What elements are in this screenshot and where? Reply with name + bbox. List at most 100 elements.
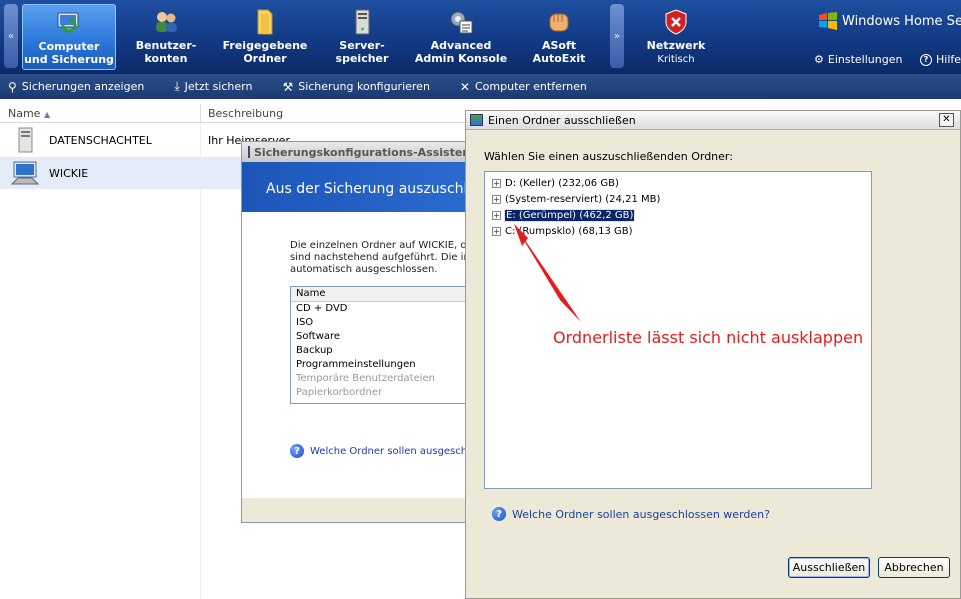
tab-label-line2: und Sicherung: [24, 53, 114, 66]
view-backups-button[interactable]: ⚲ Sicherungen anzeigen: [8, 80, 144, 94]
wizard-title-bar[interactable]: Sicherungskonfigurations-Assistent: [242, 142, 475, 162]
column-header-description[interactable]: Beschreibung: [208, 107, 283, 120]
tab-benutzerkonten[interactable]: Benutzer- konten: [124, 4, 208, 70]
dialog-title: Einen Ordner ausschließen: [488, 113, 636, 127]
gear-icon: ⚙: [814, 53, 824, 66]
backup-now-button[interactable]: ⤓ Jetzt sichern: [174, 79, 252, 94]
tree-node-label[interactable]: C: (Rumpsklo) (68,13 GB): [505, 226, 633, 237]
tab-freigegebene-ordner[interactable]: Freigegebene Ordner: [218, 4, 312, 70]
tab-label-line2: Ordner: [243, 52, 287, 65]
tab-label-line1: Benutzer-: [135, 39, 197, 52]
settings-link[interactable]: ⚙ Einstellungen: [814, 53, 902, 66]
tab-label-line2: AutoExit: [532, 52, 586, 65]
users-icon: [156, 12, 177, 32]
scroll-left-button[interactable]: «: [4, 4, 18, 68]
dialog-help-link[interactable]: ? Welche Ordner sollen ausgeschlossen we…: [492, 507, 770, 521]
dialog-prompt: Wählen Sie einen auszuschließenden Ordne…: [484, 150, 733, 163]
tab-label-line1: Advanced: [430, 39, 492, 52]
excluded-folders-list[interactable]: Name CD + DVD ISO Software Backup Progra…: [290, 286, 475, 404]
help-link-text: Welche Ordner sollen ausgeschlossen werd…: [512, 507, 770, 521]
folder-icon: [257, 9, 273, 35]
tab-computer-und-sicherung[interactable]: Computer und Sicherung: [22, 4, 116, 70]
wizard-title: Sicherungskonfigurations-Assistent: [254, 145, 476, 159]
help-icon: ?: [492, 507, 506, 521]
tab-label-line1: ASoft: [541, 39, 577, 52]
toolbar-label: Jetzt sichern: [184, 80, 253, 93]
list-item[interactable]: ISO: [291, 316, 475, 330]
close-icon: ✕: [942, 114, 951, 125]
tab-label-line2: speicher: [335, 52, 389, 65]
list-column-header[interactable]: Name: [291, 287, 475, 302]
tree-node-label[interactable]: E: (Gerümpel) (462,2 GB): [503, 209, 636, 222]
wizard-app-icon: [248, 146, 250, 158]
list-item[interactable]: Software: [291, 330, 475, 344]
tab-serverspeicher[interactable]: Server- speicher: [326, 4, 398, 70]
expand-icon[interactable]: +: [492, 211, 501, 220]
tree-node[interactable]: + C: (Rumpsklo) (68,13 GB): [492, 226, 633, 237]
column-header-name[interactable]: Name ▲: [8, 107, 50, 120]
help-link[interactable]: ? Hilfe: [920, 53, 961, 66]
help-icon: ?: [920, 53, 932, 66]
list-item[interactable]: CD + DVD: [291, 302, 475, 316]
dialog-title-bar[interactable]: Einen Ordner ausschließen: [466, 111, 960, 130]
tab-label-line2: Admin Konsole: [414, 52, 508, 65]
help-icon: ?: [290, 444, 304, 458]
list-item[interactable]: Backup: [291, 344, 475, 358]
tab-label-line2: konten: [144, 52, 188, 65]
configure-backup-icon: ⚒: [282, 79, 294, 94]
remove-icon: ✕: [459, 79, 470, 94]
computer-backup-icon: [57, 12, 79, 33]
tab-label-line1: Netzwerk: [646, 39, 706, 52]
network-status: Kritisch: [657, 54, 695, 65]
top-navigation-bar: « Computer und Sicherung Benutzer- konte…: [0, 0, 961, 74]
wizard-banner: Aus der Sicherung auszuschlie: [242, 162, 475, 212]
tab-label-line1: Server-: [339, 39, 385, 52]
tree-node-label[interactable]: (System-reserviert) (24,21 MB): [505, 194, 660, 205]
server-storage-icon: [355, 9, 370, 35]
close-button[interactable]: ✕: [939, 113, 954, 127]
exclude-button[interactable]: Ausschließen: [788, 557, 870, 578]
column-divider[interactable]: [200, 104, 201, 123]
help-link-text: Welche Ordner sollen ausgeschl: [310, 445, 470, 457]
scroll-right-button[interactable]: »: [610, 4, 624, 68]
toolbar-label: Sicherung konfigurieren: [298, 80, 430, 93]
remove-computer-button[interactable]: ✕ Computer entfernen: [460, 80, 587, 94]
sort-ascending-icon: ▲: [43, 110, 51, 119]
desktop-computer-icon: [10, 161, 40, 185]
tree-node[interactable]: + (System-reserviert) (24,21 MB): [492, 194, 660, 205]
wizard-body: Die einzelnen Ordner auf WICKIE, di sind…: [242, 212, 475, 498]
expand-icon[interactable]: +: [492, 195, 501, 204]
exclude-folder-dialog: Einen Ordner ausschließen ✕ Wählen Sie e…: [465, 110, 961, 599]
backup-now-icon: ⤓: [174, 79, 180, 93]
tab-label-line1: Computer: [38, 40, 100, 53]
column-separator: [200, 123, 201, 599]
list-item: Papierkorbordner: [296, 387, 383, 398]
toolbar: ⚲ Sicherungen anzeigen ⤓ Jetzt sichern ⚒…: [0, 74, 961, 99]
admin-console-icon: [450, 11, 473, 34]
tab-label-line1: Freigegebene: [222, 39, 308, 52]
toolbar-label: Sicherungen anzeigen: [21, 80, 145, 93]
settings-label: Einstellungen: [827, 53, 903, 66]
expand-icon[interactable]: +: [492, 227, 501, 236]
windows-home-server-logo: Windows Home Serv: [818, 12, 961, 30]
wizard-description: Die einzelnen Ordner auf WICKIE, di sind…: [290, 240, 470, 275]
view-backups-icon: ⚲: [8, 79, 17, 94]
wizard-help-link[interactable]: ? Welche Ordner sollen ausgeschl: [290, 444, 470, 458]
tree-node-selected[interactable]: + E: (Gerümpel) (462,2 GB): [492, 209, 636, 222]
tab-advanced-admin-konsole[interactable]: Advanced Admin Konsole: [414, 4, 508, 70]
computer-name: DATENSCHACHTEL: [49, 134, 152, 147]
windows-flag-icon: [819, 12, 837, 30]
server-tower-icon: [18, 127, 33, 153]
tree-node-label[interactable]: D: (Keller) (232,06 GB): [505, 178, 619, 189]
list-item[interactable]: Programmeinstellungen: [291, 358, 475, 372]
toolbar-label: Computer entfernen: [474, 80, 587, 93]
tab-asoft-autoexit[interactable]: ASoft AutoExit: [524, 4, 594, 70]
computer-name: WICKIE: [49, 167, 89, 180]
tab-netzwerk[interactable]: Netzwerk Kritisch: [636, 4, 716, 70]
annotation-text: Ordnerliste lässt sich nicht ausklappen: [553, 328, 864, 347]
configure-backup-button[interactable]: ⚒ Sicherung konfigurieren: [282, 80, 429, 94]
list-header: Name ▲ Beschreibung: [0, 104, 470, 123]
cancel-button[interactable]: Abbrechen: [878, 557, 950, 578]
expand-icon[interactable]: +: [492, 179, 501, 188]
tree-node[interactable]: + D: (Keller) (232,06 GB): [492, 178, 619, 189]
